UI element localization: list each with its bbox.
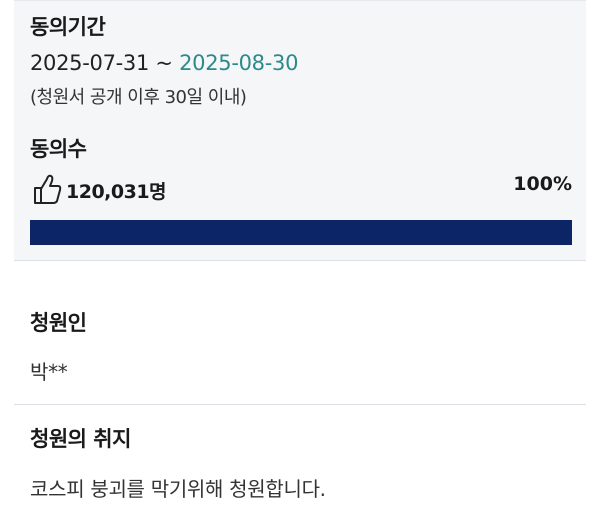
agreement-period-panel: 동의기간 2025-07-31 ~ 2025-08-30 (청원서 공개 이후 …: [14, 0, 586, 122]
petition-detail-page: 동의기간 2025-07-31 ~ 2025-08-30 (청원서 공개 이후 …: [0, 0, 600, 511]
petitioner-section: 청원인 박**: [14, 262, 586, 405]
period-title: 동의기간: [30, 15, 106, 39]
agreement-percent: 100%: [513, 173, 572, 195]
period-note: (청원서 공개 이후 30일 이내): [30, 87, 247, 108]
period-dates: 2025-07-31 ~ 2025-08-30: [30, 51, 298, 75]
purpose-title: 청원의 취지: [30, 427, 131, 451]
agreement-progress-bar: [30, 220, 572, 245]
thumbs-up-icon: [34, 174, 62, 204]
petitioner-title: 청원인: [30, 311, 87, 335]
petitioner-name: 박**: [30, 360, 68, 384]
purpose-section: 청원의 취지 코스피 붕괴를 막기위해 청원합니다.: [14, 405, 586, 511]
period-separator: ~: [149, 51, 180, 75]
agreement-progress-fill: [30, 220, 572, 245]
agreement-title: 동의수: [30, 137, 87, 161]
purpose-text: 코스피 붕괴를 막기위해 청원합니다.: [30, 477, 326, 501]
period-end-date: 2025-08-30: [179, 51, 299, 75]
period-start-date: 2025-07-31: [30, 51, 150, 75]
agreement-count: 120,031명: [66, 181, 167, 203]
agreement-count-panel: 동의수 120,031명 100%: [14, 121, 586, 261]
